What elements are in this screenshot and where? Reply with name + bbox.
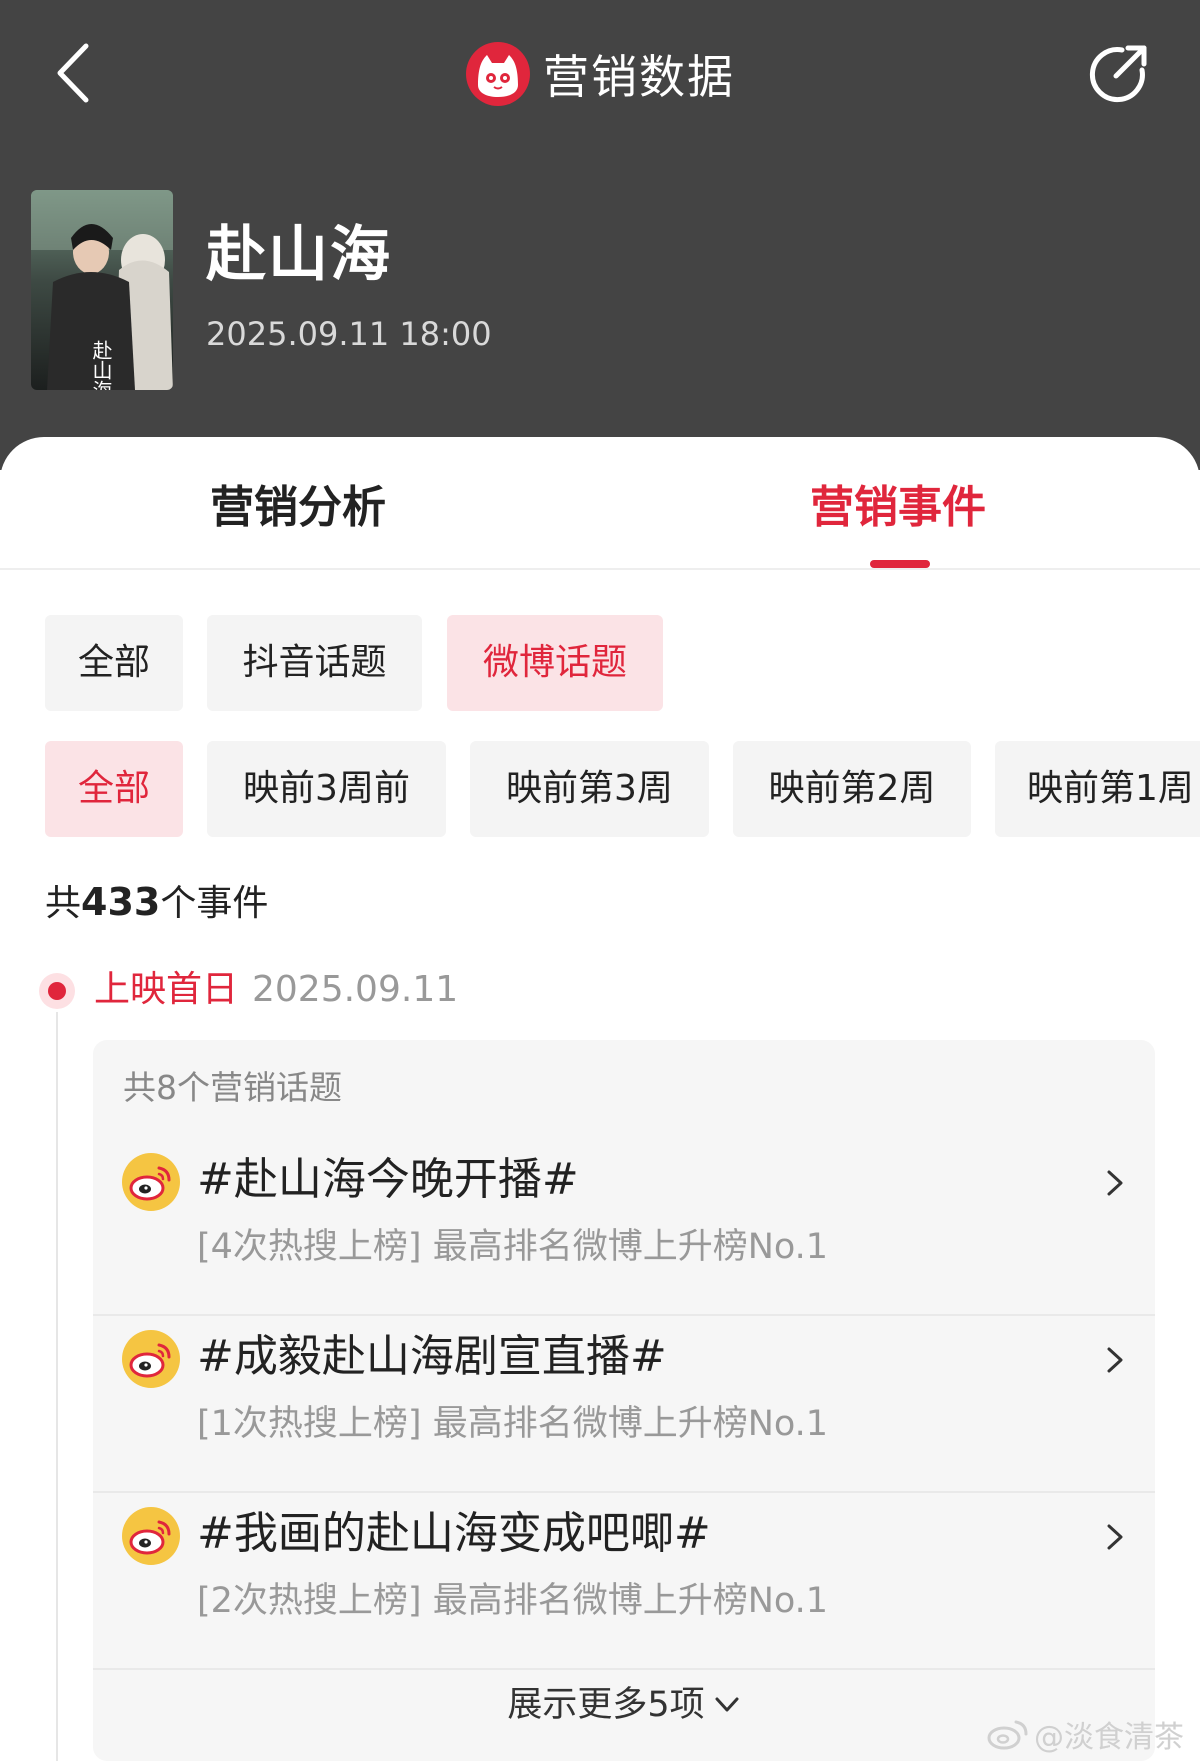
movie-release-datetime: 2025.09.11 18:00 — [206, 315, 492, 353]
filter-period-all[interactable]: 全部 — [45, 741, 183, 837]
active-tab-indicator — [870, 560, 930, 568]
tab-divider — [0, 568, 1200, 570]
poster-title-text: 赴山海 — [89, 340, 113, 390]
filter-platform-weibo[interactable]: 微博话题 — [447, 615, 663, 711]
chevron-down-icon — [715, 1697, 739, 1712]
page-title: 营销数据 — [543, 50, 735, 104]
topic-row[interactable]: #赴山海今晚开播# [4次热搜上榜] 最高排名微博上升榜No.1 — [93, 1140, 1155, 1316]
topic-title: #成毅赴山海剧宣直播# — [197, 1331, 667, 1382]
topic-stats: [1次热搜上榜] 最高排名微博上升榜No.1 — [197, 1404, 829, 1444]
event-total: 共433个事件 — [45, 880, 268, 926]
tab-marketing-analysis[interactable]: 营销分析 — [210, 473, 386, 543]
movie-title: 赴山海 — [206, 220, 392, 290]
topic-count: 共8个营销话题 — [123, 1068, 342, 1107]
filter-period-3w-plus[interactable]: 映前3周前 — [207, 741, 446, 837]
tab-marketing-events[interactable]: 营销事件 — [810, 473, 986, 543]
share-icon[interactable] — [1086, 40, 1152, 106]
topic-title: #我画的赴山海变成吧唧# — [197, 1508, 711, 1559]
event-total-suffix: 个事件 — [160, 883, 269, 924]
topic-card: 共8个营销话题 #赴山海今晚开播# [4次热搜上榜] 最高排名微博上升榜No.1… — [93, 1040, 1155, 1761]
weibo-watermark-icon — [987, 1720, 1028, 1750]
timeline-dot — [48, 982, 66, 1000]
weibo-icon — [122, 1153, 180, 1211]
nav-title-group: 营销数据 — [0, 38, 1200, 110]
filter-period-week-3[interactable]: 映前第3周 — [470, 741, 709, 837]
timeline-label: 上映首日 — [94, 969, 239, 1010]
topic-row[interactable]: #成毅赴山海剧宣直播# [1次热搜上榜] 最高排名微博上升榜No.1 — [93, 1317, 1155, 1493]
row-divider — [93, 1314, 1155, 1316]
filter-platform-douyin[interactable]: 抖音话题 — [207, 615, 422, 711]
topic-title: #赴山海今晚开播# — [197, 1154, 579, 1205]
header-area: 营销数据 赴山海 赴山海 2025.09.11 18:00 — [0, 0, 1200, 470]
show-more-label: 展示更多5项 — [507, 1685, 705, 1725]
event-total-prefix: 共 — [45, 883, 82, 924]
timeline-date: 2025.09.11 — [252, 969, 459, 1010]
watermark: @淡食清茶 — [986, 1712, 1184, 1756]
chevron-left-icon[interactable] — [52, 38, 108, 108]
watermark-text: @淡食清茶 — [1034, 1720, 1184, 1755]
event-total-count: 433 — [81, 880, 161, 924]
chevron-right-icon — [1107, 1170, 1123, 1196]
topic-stats: [4次热搜上榜] 最高排名微博上升榜No.1 — [197, 1227, 829, 1267]
topic-row[interactable]: #我画的赴山海变成吧唧# [2次热搜上榜] 最高排名微博上升榜No.1 — [93, 1494, 1155, 1670]
filter-period-week-2[interactable]: 映前第2周 — [733, 741, 971, 837]
timeline-line — [56, 1012, 58, 1761]
weibo-icon — [122, 1330, 180, 1388]
filter-period-week-1[interactable]: 映前第1周 — [995, 741, 1200, 837]
weibo-icon — [122, 1507, 180, 1565]
topic-stats: [2次热搜上榜] 最高排名微博上升榜No.1 — [197, 1581, 829, 1621]
chevron-right-icon — [1107, 1524, 1123, 1550]
filter-platform-all[interactable]: 全部 — [45, 615, 183, 711]
cat-logo-icon — [466, 42, 530, 106]
row-divider — [93, 1491, 1155, 1493]
chevron-right-icon — [1107, 1347, 1123, 1373]
movie-poster: 赴山海 — [31, 190, 173, 390]
